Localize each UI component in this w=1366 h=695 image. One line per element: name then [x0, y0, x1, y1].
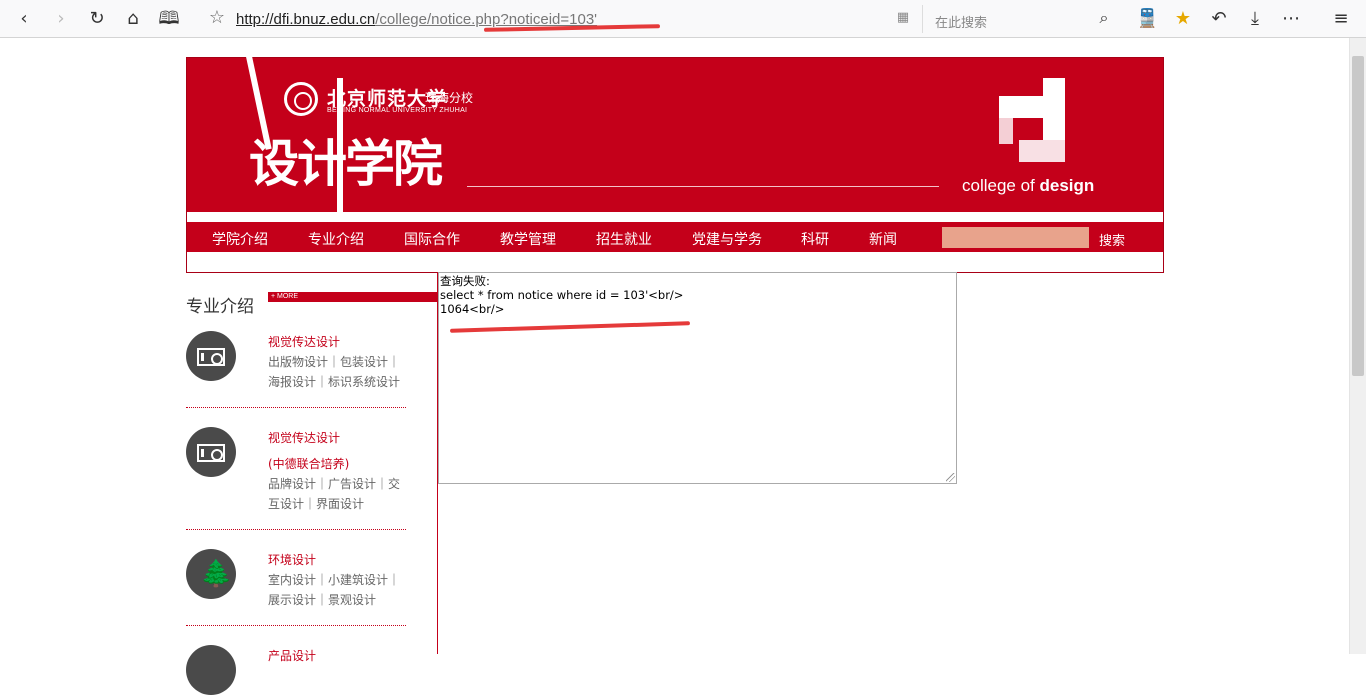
banner-bottom-strip [187, 252, 1163, 272]
search-icon[interactable]: ⌕ [1093, 7, 1115, 29]
forward-icon[interactable]: › [50, 8, 72, 30]
url-host: http://dfi.bnuz.edu.cn [236, 11, 376, 28]
result-sql: select * from notice where id = 103'<br/… [440, 288, 684, 302]
nav-item-about[interactable]: 学院介绍 [212, 229, 268, 249]
category-title[interactable]: 产品设计 [268, 647, 316, 664]
download-icon[interactable]: ⤓ [1244, 8, 1266, 30]
star-icon[interactable]: ★ [1172, 8, 1194, 30]
page-scrollbar[interactable] [1349, 38, 1366, 654]
nav-item-party-affairs[interactable]: 党建与学务 [692, 229, 762, 249]
train-icon[interactable]: 🚆 [1136, 8, 1158, 30]
hamburger-menu-icon[interactable]: ≡ [1330, 8, 1352, 30]
tree-icon: 🌲 [186, 549, 236, 599]
college-en-prefix: college of [962, 176, 1040, 195]
camera-icon [186, 427, 236, 477]
bookmark-star-icon[interactable]: ☆ [206, 7, 228, 29]
site-search-button[interactable]: 搜索 [1099, 230, 1125, 249]
site-search-input[interactable] [942, 227, 1089, 248]
banner-divider [467, 186, 939, 187]
url-text[interactable]: http://dfi.bnuz.edu.cn/college/notice.ph… [236, 11, 597, 28]
more-label: + MORE [271, 293, 299, 300]
more-link[interactable]: + MORE [268, 292, 438, 302]
nav-item-teaching[interactable]: 教学管理 [500, 229, 556, 249]
college-emblem-icon [999, 78, 1065, 162]
category-title[interactable]: 环境设计 [268, 551, 316, 568]
nav-item-admissions[interactable]: 招生就业 [596, 229, 652, 249]
banner-separator [187, 212, 1163, 222]
nav-item-majors[interactable]: 专业介绍 [308, 229, 364, 249]
result-error-title: 查询失败: [440, 274, 490, 288]
nav-item-international[interactable]: 国际合作 [404, 229, 460, 249]
university-campus: 珠海分校 [425, 91, 474, 105]
undo-icon[interactable]: ↶ [1208, 8, 1230, 30]
result-error-code: 1064<br/> [440, 302, 505, 316]
nav-item-news[interactable]: 新闻 [869, 229, 897, 249]
university-seal-icon[interactable] [284, 82, 318, 116]
qr-code-icon[interactable]: ▦ [892, 7, 914, 29]
search-placeholder: 在此搜索 [935, 16, 988, 31]
sidebar-title: 专业介绍 [186, 297, 254, 317]
college-name-en: college of design [962, 176, 1094, 196]
category-items: 品牌设计｜广告设计｜交互设计｜界面设计 [268, 477, 401, 511]
category-items: 室内设计｜小建筑设计｜展示设计｜景观设计 [268, 573, 401, 607]
search-bar[interactable]: 在此搜索 ⌕ [922, 5, 1118, 33]
category-title[interactable]: 视觉传达设计 [268, 333, 340, 350]
more-menu-icon[interactable]: ⋯ [1280, 8, 1302, 30]
back-icon[interactable]: ‹ [13, 8, 35, 30]
nav-item-research[interactable]: 科研 [801, 229, 829, 249]
divider [186, 625, 406, 626]
site-banner: 北京师范大学 珠海分校 BEIJING NORMAL UNIVERSITY ZH… [186, 50, 1164, 273]
divider [186, 529, 406, 530]
camera-icon [186, 331, 236, 381]
college-name-cn: 设计学院 [249, 135, 443, 193]
category-title[interactable]: 视觉传达设计 [268, 429, 340, 446]
resize-handle[interactable] [946, 473, 955, 482]
reader-icon[interactable]: 🕮 [158, 8, 180, 30]
university-name-en: BEIJING NORMAL UNIVERSITY ZHUHAI [327, 107, 468, 114]
college-en-bold: design [1039, 176, 1095, 195]
main-nav: 学院介绍 专业介绍 国际合作 教学管理 招生就业 党建与学务 科研 新闻 搜索 [187, 222, 1163, 252]
home-icon[interactable]: ⌂ [122, 8, 144, 30]
category-subtitle[interactable]: (中德联合培养) [268, 455, 349, 472]
category-items: 出版物设计｜包装设计｜海报设计｜标识系统设计 [268, 355, 401, 389]
browser-toolbar: ‹ › ↻ ⌂ 🕮 ☆ http://dfi.bnuz.edu.cn/colle… [0, 0, 1366, 38]
divider [186, 407, 406, 408]
scrollbar-thumb[interactable] [1352, 56, 1364, 376]
product-icon [186, 645, 236, 695]
reload-icon[interactable]: ↻ [86, 8, 108, 30]
query-result-textarea[interactable]: 查询失败: select * from notice where id = 10… [438, 272, 957, 484]
